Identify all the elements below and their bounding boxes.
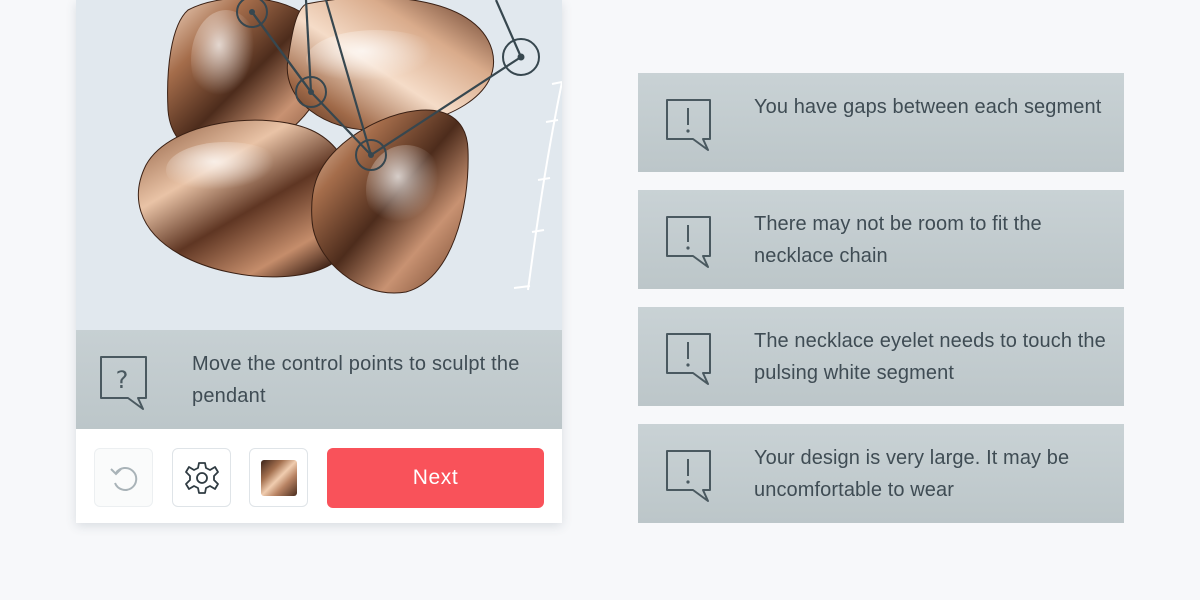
alert-text: The necklace eyelet needs to touch the p… [754,330,1106,384]
undo-icon [109,466,137,491]
gear-icon [184,461,219,494]
exclamation-bubble-icon [666,333,711,385]
question-bubble-icon: ? [100,356,147,410]
alert-text: You have gaps between each segment [754,96,1102,118]
pendant-model [138,0,562,294]
settings-button[interactable] [172,448,231,507]
undo-button[interactable] [94,448,153,507]
pendant-editor-panel: ? Move the control points to sculpt the … [76,0,562,523]
exclamation-bubble-icon [666,216,711,268]
next-button[interactable]: Next [327,448,544,508]
alert-text: Your design is very large. It may be unc… [754,447,1070,501]
material-button[interactable] [249,448,308,507]
instruction-text: Move the control points to sculpt the pe… [192,353,520,407]
alert-text: There may not be room to fit the necklac… [754,213,1042,267]
alert-size: Your design is very large. It may be unc… [638,424,1124,523]
scale-ruler [513,81,562,291]
alert-eyelet: The necklace eyelet needs to touch the p… [638,307,1124,406]
alert-chain-room: There may not be room to fit the necklac… [638,190,1124,289]
3d-viewport[interactable] [76,0,562,330]
alert-gaps: You have gaps between each segment [638,73,1124,172]
svg-text:?: ? [116,366,129,394]
exclamation-bubble-icon [666,99,711,151]
editor-toolbar: Next [76,429,562,523]
exclamation-bubble-icon [666,450,711,502]
instruction-banner: ? Move the control points to sculpt the … [76,330,562,429]
rose-gold-material-swatch [260,459,297,496]
